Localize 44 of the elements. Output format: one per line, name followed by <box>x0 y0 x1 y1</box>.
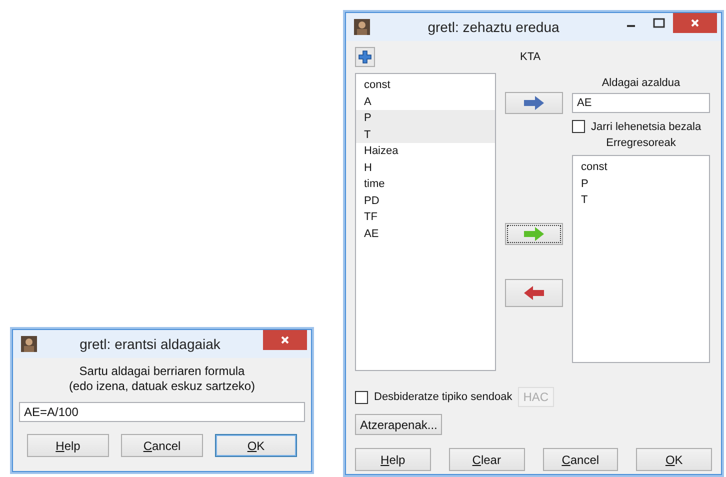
app-icon <box>21 336 37 352</box>
regressor-item[interactable]: const <box>573 159 709 176</box>
dialog-button[interactable]: OK <box>215 434 297 457</box>
maximize-icon <box>653 18 665 28</box>
variable-item[interactable]: H <box>356 160 495 176</box>
checkbox[interactable] <box>355 390 368 404</box>
checkbox-label: Desbideratze tipiko sendoak <box>374 391 512 403</box>
dialog-button[interactable]: Cancel <box>542 448 618 471</box>
variable-item[interactable]: PD <box>356 192 495 209</box>
variable-item[interactable]: AE <box>356 226 495 242</box>
minimize-icon <box>627 25 635 27</box>
dialog-button[interactable]: OK <box>636 448 712 471</box>
close-icon <box>690 18 700 28</box>
regressor-item[interactable]: T <box>573 192 709 208</box>
regressor-item[interactable]: P <box>573 176 709 192</box>
variable-item[interactable]: TF <box>356 209 495 226</box>
add-button[interactable] <box>355 47 375 67</box>
arrow-button[interactable] <box>505 223 563 245</box>
regressors-label: Erregresoreak <box>605 137 677 151</box>
dependent-label: Aldagai azaldua <box>600 77 682 91</box>
checkbox[interactable] <box>572 120 585 133</box>
variable-item[interactable]: P <box>356 110 495 126</box>
dialog-button[interactable]: Help <box>27 434 109 457</box>
variable-item[interactable]: A <box>356 94 495 110</box>
close-button[interactable] <box>263 330 307 350</box>
dialog-button[interactable]: Clear <box>448 448 524 471</box>
prompt-note: (edo izena, datuak eskuz sartzeko) <box>68 379 256 394</box>
variable-item[interactable]: T <box>356 126 495 143</box>
checkbox-label: Jarri lehenetsia bezala <box>591 120 702 132</box>
dialog-button[interactable]: Cancel <box>121 434 203 457</box>
variable-item[interactable]: time <box>356 176 495 192</box>
lags-button[interactable]: Atzerapenak... <box>355 414 442 435</box>
window-title: gretl: erantsi aldagaiak <box>78 335 222 354</box>
dependent-field[interactable]: AE <box>572 93 710 113</box>
window-title: gretl: zehaztu eredua <box>426 18 560 37</box>
variable-item[interactable]: Haizea <box>356 143 495 160</box>
formula-field[interactable]: AE=A/100 <box>19 402 305 422</box>
model-heading: KTA <box>520 51 541 63</box>
app-icon <box>354 19 370 35</box>
close-button[interactable] <box>673 13 717 33</box>
variable-item[interactable]: const <box>356 77 495 94</box>
prompt-text: Sartu aldagai berriaren formula <box>79 364 245 379</box>
dialog-button[interactable]: Help <box>355 448 431 471</box>
close-icon <box>280 335 290 345</box>
